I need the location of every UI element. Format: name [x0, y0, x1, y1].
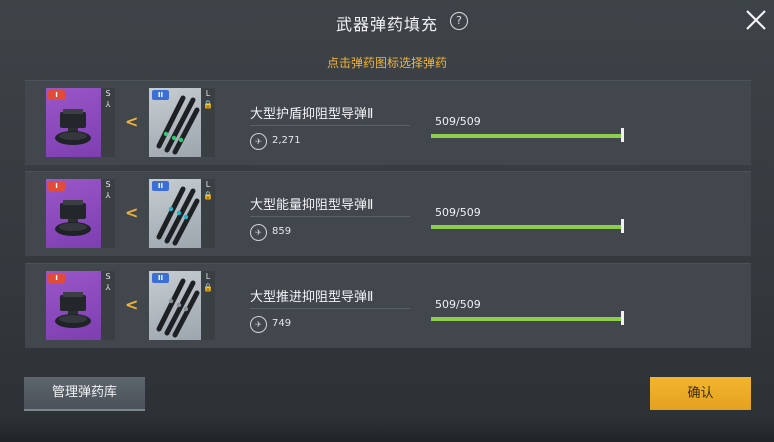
stock-count: 2,271 — [272, 135, 301, 146]
ammo-bar[interactable] — [431, 317, 621, 321]
ammo-bar-handle[interactable] — [621, 128, 624, 142]
stock-icon: ✈ — [250, 133, 267, 150]
select-arrow-icon: < — [125, 295, 139, 314]
ammo-bar-fill — [431, 134, 621, 138]
stock-count: 859 — [272, 226, 292, 237]
ammo-bar-handle[interactable] — [621, 219, 624, 233]
size-column: S ⅄ — [101, 88, 115, 157]
ammo-capacity: 509/509 — [435, 206, 481, 219]
launcher-icon — [55, 292, 91, 328]
ammo-capacity: 509/509 — [435, 298, 481, 311]
weapon-slot[interactable]: I S ⅄ — [46, 88, 115, 157]
size-column: L 🔒 — [201, 179, 215, 248]
page-title: 武器弹药填充 — [335, 15, 438, 34]
ammo-name: 大型护盾抑阻型导弹Ⅱ — [250, 107, 374, 122]
ammo-bar-fill — [431, 317, 621, 321]
stock-count: 749 — [272, 318, 292, 329]
ammo-bar[interactable] — [431, 225, 621, 229]
ammo-name: 大型推进抑阻型导弹Ⅱ — [250, 290, 374, 305]
help-icon[interactable]: ? — [450, 12, 468, 30]
divider — [250, 308, 410, 309]
stock-icon: ✈ — [250, 224, 267, 241]
weapon-slot[interactable]: I S ⅄ — [46, 271, 115, 340]
ammo-slot[interactable]: II L 🔒 — [149, 271, 215, 340]
ammo-row: I S ⅄ < II L 🔒 大型护盾抑阻型导弹Ⅱ ✈ 2,271 509/50… — [25, 80, 751, 165]
ammo-name: 大型能量抑阻型导弹Ⅱ — [250, 198, 374, 213]
select-arrow-icon: < — [125, 203, 139, 222]
weapon-slot[interactable]: I S ⅄ — [46, 179, 115, 248]
ammo-slot[interactable]: II L 🔒 — [149, 88, 215, 157]
missile-icon — [156, 95, 200, 155]
ammo-bar-fill — [431, 225, 621, 229]
ammo-capacity: 509/509 — [435, 115, 481, 128]
hint-text: 点击弹药图标选择弹药 — [326, 56, 447, 70]
size-column: S ⅄ — [101, 179, 115, 248]
ammo-row: I S ⅄ < II L 🔒 大型推进抑阻型导弹Ⅱ ✈ 749 509/509 — [25, 263, 751, 348]
divider — [250, 216, 410, 217]
manage-ammo-button[interactable]: 管理弹药库 — [24, 377, 145, 411]
ammo-slot[interactable]: II L 🔒 — [149, 179, 215, 248]
launcher-icon — [55, 200, 91, 236]
stock-icon: ✈ — [250, 316, 267, 333]
ammo-bar-handle[interactable] — [621, 311, 624, 325]
close-icon[interactable] — [744, 8, 768, 32]
missile-icon — [156, 186, 200, 246]
size-column: L 🔒 — [201, 88, 215, 157]
title-bar: 武器弹药填充 ? — [0, 0, 774, 42]
launcher-icon — [55, 109, 91, 145]
confirm-button[interactable]: 确认 — [650, 377, 751, 410]
background-band — [0, 418, 774, 442]
missile-icon — [156, 278, 200, 338]
ammo-bar[interactable] — [431, 134, 621, 138]
size-column: S ⅄ — [101, 271, 115, 340]
ammo-row: I S ⅄ < II L 🔒 大型能量抑阻型导弹Ⅱ ✈ 859 509/509 — [25, 171, 751, 256]
select-arrow-icon: < — [125, 112, 139, 131]
divider — [250, 125, 410, 126]
size-column: L 🔒 — [201, 271, 215, 340]
